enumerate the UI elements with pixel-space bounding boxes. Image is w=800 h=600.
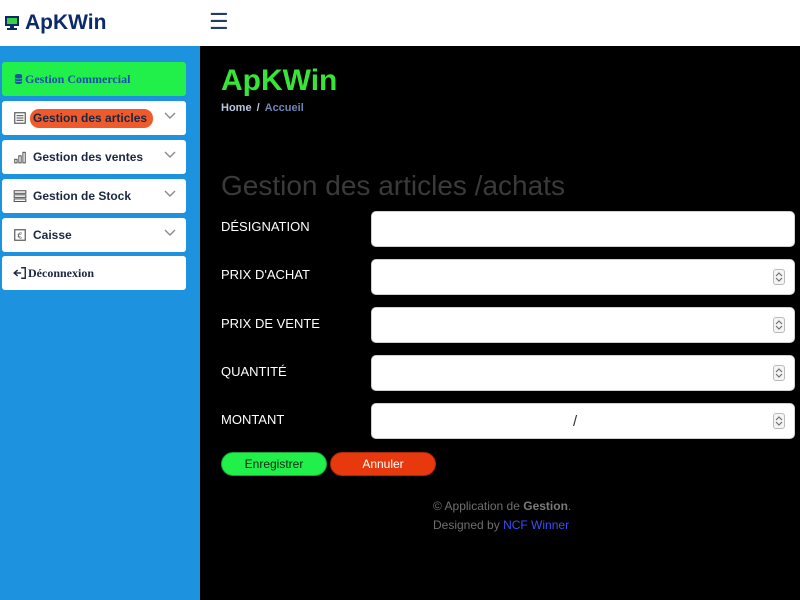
author-link[interactable]: NCF Winner <box>503 518 569 532</box>
cancel-button[interactable]: Annuler <box>330 452 436 476</box>
prix-vente-field[interactable] <box>371 307 795 343</box>
logout-icon <box>13 267 26 279</box>
footer-copyright: © Application de Gestion. <box>433 499 572 513</box>
sidebar-item-label: Déconnexion <box>28 265 94 280</box>
chevron-down-icon[interactable] <box>164 190 176 198</box>
footer: © Application de Gestion. Designed by NC… <box>433 497 571 535</box>
brand[interactable]: ApKWin <box>4 9 106 37</box>
sidebar-item-label: Caisse <box>33 228 72 242</box>
sidebar: Gestion Commercial Gestion des articles … <box>0 46 200 600</box>
sidebar-item-gestion-de-stock[interactable]: Gestion de Stock <box>2 179 186 213</box>
footer-app-word: Gestion <box>523 499 568 513</box>
sidebar-item-label: Gestion des articles <box>30 108 154 128</box>
sidebar-item-gestion-commercial[interactable]: Gestion Commercial <box>2 62 186 96</box>
prix-vente-label: PRIX DE VENTE <box>221 316 320 331</box>
chevron-down-icon[interactable] <box>164 112 176 120</box>
sidebar-item-label: Gestion des ventes <box>33 150 144 164</box>
breadcrumb-home[interactable]: Home <box>221 102 252 114</box>
prix-vente-stepper[interactable] <box>773 317 785 333</box>
bar-chart-icon <box>14 151 26 164</box>
list-icon <box>14 112 26 124</box>
montant-field[interactable] <box>371 403 795 439</box>
top-bar: ApKWin ☰ <box>0 0 800 46</box>
monitor-icon <box>5 16 19 30</box>
montant-label: MONTANT <box>221 412 285 427</box>
sidebar-item-deconnexion[interactable]: Déconnexion <box>2 256 186 290</box>
quantite-stepper[interactable] <box>773 365 785 381</box>
page-title: ApKWin <box>221 64 338 97</box>
chevron-down-icon[interactable] <box>164 151 176 159</box>
breadcrumb-separator: / <box>256 102 260 114</box>
stock-list-icon <box>13 190 27 203</box>
prix-achat-field[interactable] <box>371 259 795 295</box>
sidebar-item-gestion-des-ventes[interactable]: Gestion des ventes <box>2 140 186 174</box>
svg-text:€: € <box>17 231 22 241</box>
main-content: ApKWin Home / Accueil Gestion des articl… <box>200 46 800 600</box>
quantite-field[interactable] <box>371 355 795 391</box>
designation-field[interactable] <box>371 211 795 247</box>
designation-label: DÉSIGNATION <box>221 219 310 234</box>
chevron-down-icon[interactable] <box>164 229 176 237</box>
euro-icon: € <box>14 229 26 241</box>
quantite-label: QUANTITÉ <box>221 364 287 379</box>
montant-value: / <box>573 413 578 430</box>
sidebar-item-label: Gestion de Stock <box>33 189 132 203</box>
save-button[interactable]: Enregistrer <box>221 452 327 476</box>
database-icon <box>14 73 23 85</box>
montant-stepper[interactable] <box>773 413 785 429</box>
sidebar-item-caisse[interactable]: € Caisse <box>2 218 186 252</box>
prix-achat-label: PRIX D'ACHAT <box>221 267 310 282</box>
footer-credits: Designed by NCF Winner <box>433 518 570 532</box>
prix-achat-stepper[interactable] <box>773 269 785 285</box>
breadcrumb-current: Accueil <box>264 102 304 114</box>
breadcrumb: Home / Accueil <box>221 102 304 114</box>
section-title: Gestion des articles /achats <box>221 170 565 201</box>
sidebar-item-gestion-des-articles[interactable]: Gestion des articles <box>2 101 186 135</box>
sidebar-item-label: Gestion Commercial <box>25 71 131 86</box>
brand-name: ApKWin <box>25 11 107 34</box>
hamburger-icon[interactable]: ☰ <box>209 10 229 34</box>
